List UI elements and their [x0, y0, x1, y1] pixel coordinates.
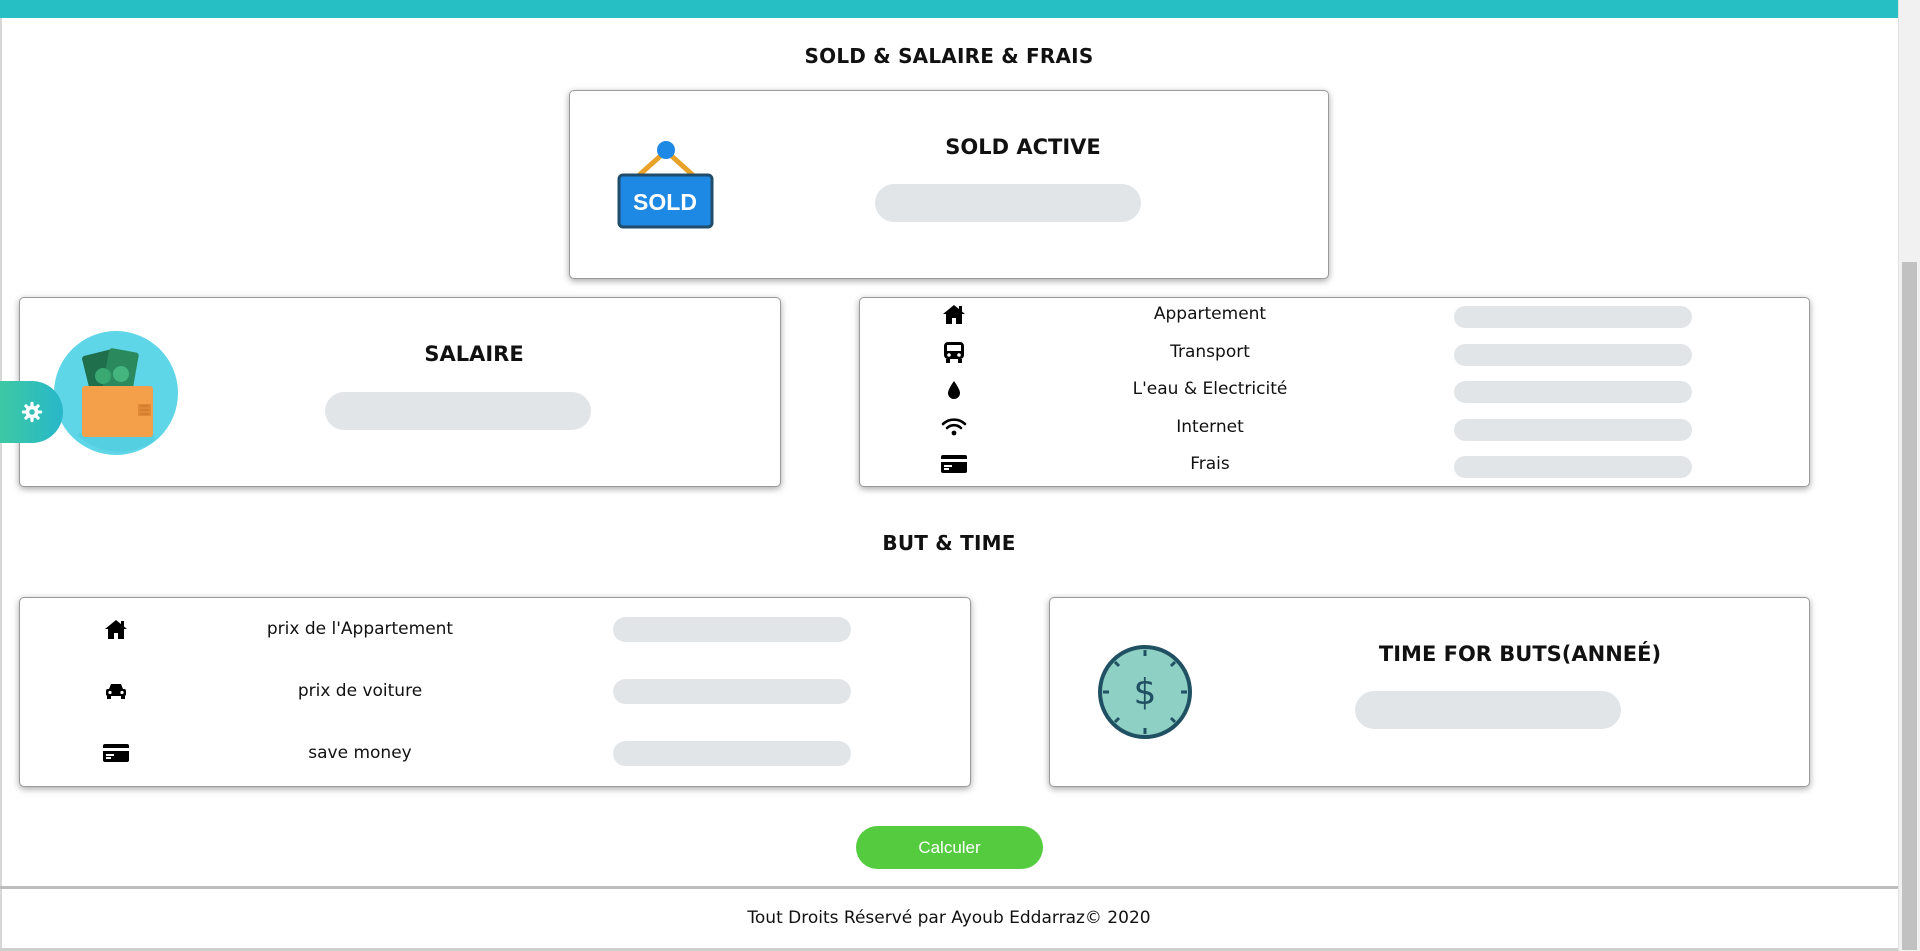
frais-field-eau-electricite[interactable] [1454, 381, 1692, 403]
footer-divider [0, 886, 1898, 889]
wifi-icon [939, 413, 969, 441]
water-drop-icon [939, 376, 969, 404]
frais-label-appartement: Appartement [1153, 304, 1267, 324]
time-for-buts-title: TIME FOR BUTS(ANNEÉ) [1378, 642, 1662, 666]
sold-active-field[interactable] [875, 184, 1141, 222]
sold-active-title: SOLD ACTIVE [945, 135, 1101, 159]
time-for-buts-card: $ TIME FOR BUTS(ANNEÉ) [1049, 597, 1810, 787]
bus-icon [939, 338, 969, 366]
dollar-symbol: $ [1134, 672, 1157, 713]
but-field-save-money[interactable] [613, 741, 851, 766]
salaire-field[interactable] [325, 392, 591, 430]
footer-copyright: Tout Droits Réservé par Ayoub Eddarraz© … [747, 908, 1151, 928]
but-field-voiture[interactable] [613, 679, 851, 704]
salaire-card: SALAIRE [19, 297, 781, 487]
home-icon [939, 300, 969, 328]
top-accent-bar [0, 0, 1898, 18]
frais-field-frais[interactable] [1454, 456, 1692, 478]
credit-card-icon [939, 450, 969, 478]
home-icon [101, 615, 131, 643]
frais-label-frais: Frais [1190, 454, 1230, 474]
vertical-scrollbar[interactable] [1898, 0, 1920, 951]
frais-field-internet[interactable] [1454, 419, 1692, 441]
frais-label-internet: Internet [1176, 417, 1244, 437]
sold-sign-text: SOLD [633, 189, 697, 215]
frais-field-transport[interactable] [1454, 344, 1692, 366]
section-title-but-time: BUT & TIME [882, 531, 1016, 555]
calculer-button[interactable]: Calculer [856, 826, 1043, 869]
but-field-appartement[interactable] [613, 617, 851, 642]
gear-icon [21, 401, 42, 423]
scrollbar-thumb[interactable] [1902, 262, 1917, 950]
frais-card: Appartement Transport L'eau & Electricit… [859, 297, 1810, 487]
window-edge [0, 18, 2, 951]
time-for-buts-field[interactable] [1355, 691, 1621, 729]
section-title-sold: SOLD & SALAIRE & FRAIS [804, 44, 1094, 68]
wallet-money-icon [54, 331, 178, 455]
but-card: prix de l'Appartement prix de voiture sa… [19, 597, 971, 787]
clock-dollar-icon: $ [1098, 645, 1192, 739]
but-label-voiture: prix de voiture [297, 681, 423, 701]
settings-tab[interactable] [0, 381, 63, 443]
credit-card-icon [101, 739, 131, 767]
sold-sign-icon: SOLD [617, 141, 714, 229]
frais-label-eau-electricite: L'eau & Electricité [1132, 379, 1288, 399]
car-icon [101, 677, 131, 705]
frais-field-appartement[interactable] [1454, 306, 1692, 328]
sold-active-card: SOLD SOLD ACTIVE [569, 90, 1329, 279]
but-label-save-money: save money [308, 743, 412, 763]
but-label-appartement: prix de l'Appartement [266, 619, 454, 639]
frais-label-transport: Transport [1170, 342, 1250, 362]
salaire-title: SALAIRE [424, 342, 524, 366]
